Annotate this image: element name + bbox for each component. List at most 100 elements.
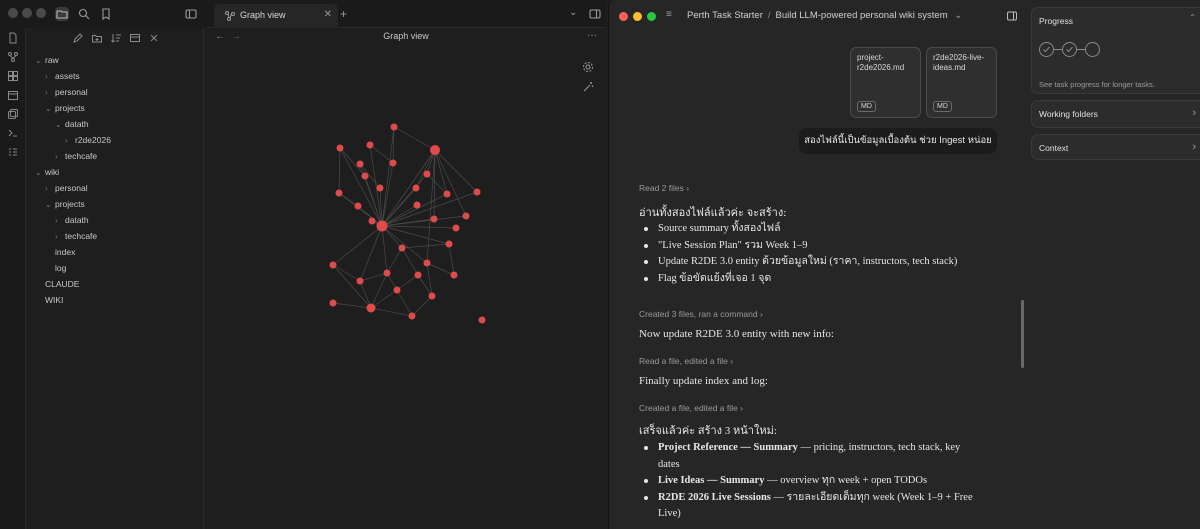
window-close-button[interactable] bbox=[619, 12, 628, 21]
graph-node[interactable] bbox=[329, 299, 337, 307]
graph-node[interactable] bbox=[361, 172, 369, 180]
tree-item[interactable]: ⌄ projects bbox=[45, 196, 85, 212]
graph-node[interactable] bbox=[430, 145, 440, 155]
tree-item[interactable]: › datath bbox=[55, 212, 89, 228]
tree-item[interactable]: ⌄ wiki bbox=[35, 164, 59, 180]
graph-node[interactable] bbox=[368, 217, 376, 225]
toggle-sidebar-icon[interactable] bbox=[184, 7, 198, 21]
page-name[interactable]: R2DE 2026 Live Sessions bbox=[658, 492, 771, 503]
search-icon[interactable] bbox=[77, 7, 91, 21]
tree-item[interactable]: ⌄ projects bbox=[45, 100, 85, 116]
tree-item-label: projects bbox=[55, 199, 85, 209]
graph-node[interactable] bbox=[383, 269, 391, 277]
sort-icon[interactable] bbox=[110, 32, 122, 44]
plan-bullet: Update R2DE 3.0 entity ด้วยข้อมูลใหม่ (ร… bbox=[639, 254, 957, 271]
graph-node[interactable] bbox=[335, 189, 343, 197]
toggle-right-sidebar-icon[interactable] bbox=[588, 7, 602, 21]
tree-item[interactable]: WIKI bbox=[35, 292, 63, 308]
canvas-icon[interactable] bbox=[7, 70, 19, 82]
tree-item[interactable]: › techcafe bbox=[55, 148, 97, 164]
bookmark-icon[interactable] bbox=[99, 7, 113, 21]
menu-icon[interactable]: ≡ bbox=[666, 9, 672, 20]
window-zoom-button[interactable] bbox=[647, 12, 656, 21]
graph-node[interactable] bbox=[398, 244, 406, 252]
close-tab-icon[interactable]: ✕ bbox=[324, 9, 332, 20]
graph-node[interactable] bbox=[443, 190, 451, 198]
tab-list-chevron-icon[interactable]: ⌄ bbox=[569, 7, 577, 18]
graph-icon[interactable] bbox=[7, 51, 19, 63]
attachment-card[interactable]: project-r2de2026.md MD bbox=[850, 47, 921, 118]
graph-node[interactable] bbox=[356, 277, 364, 285]
collapse-icon[interactable] bbox=[129, 32, 141, 44]
window-minimize-button[interactable] bbox=[633, 12, 642, 21]
terminal-icon[interactable] bbox=[7, 127, 19, 139]
graph-node[interactable] bbox=[389, 159, 397, 167]
attachment-card[interactable]: r2de2026-live-ideas.md MD bbox=[926, 47, 997, 118]
graph-node[interactable] bbox=[366, 303, 376, 313]
graph-node[interactable] bbox=[329, 261, 337, 269]
tool-step-read-files[interactable]: Read 2 files › bbox=[639, 183, 689, 193]
tree-item[interactable]: index bbox=[45, 244, 75, 260]
graph-node[interactable] bbox=[450, 271, 458, 279]
page-name[interactable]: Live Ideas — Summary bbox=[658, 475, 764, 486]
files-icon[interactable] bbox=[55, 7, 69, 21]
new-note-icon[interactable] bbox=[7, 32, 19, 44]
graph-node[interactable] bbox=[356, 160, 364, 168]
tree-item[interactable]: › r2de2026 bbox=[65, 132, 111, 148]
graph-canvas[interactable] bbox=[206, 28, 606, 529]
window-minimize-button[interactable] bbox=[22, 8, 32, 18]
breadcrumb-chat-title[interactable]: Build LLM-powered personal wiki system bbox=[776, 10, 948, 21]
tree-item[interactable]: › personal bbox=[45, 180, 88, 196]
tab-graph-view[interactable]: Graph view ✕ bbox=[214, 4, 338, 28]
graph-node[interactable] bbox=[414, 271, 422, 279]
breadcrumb-project[interactable]: Perth Task Starter bbox=[687, 10, 763, 21]
graph-node[interactable] bbox=[462, 212, 470, 220]
chevron-down-icon: ⌄ bbox=[55, 120, 62, 129]
graph-node[interactable] bbox=[428, 292, 436, 300]
working-folders-card[interactable]: Working folders › bbox=[1031, 100, 1200, 128]
graph-node[interactable] bbox=[423, 170, 431, 178]
tool-step-read-edit[interactable]: Read a file, edited a file › bbox=[639, 356, 733, 366]
tree-item[interactable]: CLAUDE bbox=[35, 276, 79, 292]
window-close-button[interactable] bbox=[8, 8, 18, 18]
tool-step-created-edit[interactable]: Created a file, edited a file › bbox=[639, 403, 743, 413]
graph-node[interactable] bbox=[412, 184, 420, 192]
new-tab-icon[interactable]: + bbox=[340, 7, 347, 21]
graph-view-pane[interactable]: ← → Graph view ··· bbox=[206, 28, 606, 529]
graph-node[interactable] bbox=[408, 312, 416, 320]
graph-node[interactable] bbox=[413, 201, 421, 209]
tree-item[interactable]: ⌄ raw bbox=[35, 52, 59, 68]
assistant-text: Now update R2DE 3.0 entity with new info… bbox=[639, 328, 834, 340]
page-name[interactable]: Project Reference — Summary bbox=[658, 442, 798, 453]
tree-item[interactable]: › techcafe bbox=[55, 228, 97, 244]
tree-item[interactable]: › assets bbox=[45, 68, 80, 84]
graph-node[interactable] bbox=[445, 240, 453, 248]
tree-item[interactable]: log bbox=[45, 260, 66, 276]
graph-node[interactable] bbox=[478, 316, 486, 324]
tool-step-created-files[interactable]: Created 3 files, ran a command › bbox=[639, 309, 763, 319]
graph-node[interactable] bbox=[376, 220, 388, 232]
graph-node[interactable] bbox=[376, 184, 384, 192]
graph-node[interactable] bbox=[452, 224, 460, 232]
graph-node[interactable] bbox=[430, 215, 438, 223]
toggle-panel-icon[interactable] bbox=[1006, 10, 1018, 22]
context-card[interactable]: Context › bbox=[1031, 134, 1200, 160]
checklist-icon[interactable] bbox=[7, 146, 19, 158]
window-zoom-button[interactable] bbox=[36, 8, 46, 18]
graph-node[interactable] bbox=[393, 286, 401, 294]
new-note-icon[interactable] bbox=[72, 32, 84, 44]
close-all-icon[interactable] bbox=[148, 32, 160, 44]
copy-icon[interactable] bbox=[7, 108, 19, 120]
calendar-icon[interactable] bbox=[7, 89, 19, 101]
tree-item[interactable]: › personal bbox=[45, 84, 88, 100]
graph-node[interactable] bbox=[336, 144, 344, 152]
graph-node[interactable] bbox=[473, 188, 481, 196]
graph-node[interactable] bbox=[423, 259, 431, 267]
chevron-down-icon[interactable]: ⌄ bbox=[954, 10, 962, 21]
graph-node[interactable] bbox=[366, 141, 374, 149]
graph-node[interactable] bbox=[354, 202, 362, 210]
chevron-up-icon[interactable]: ⌃ bbox=[1189, 13, 1196, 22]
new-folder-icon[interactable] bbox=[91, 32, 103, 44]
graph-node[interactable] bbox=[390, 123, 398, 131]
tree-item[interactable]: ⌄ datath bbox=[55, 116, 89, 132]
